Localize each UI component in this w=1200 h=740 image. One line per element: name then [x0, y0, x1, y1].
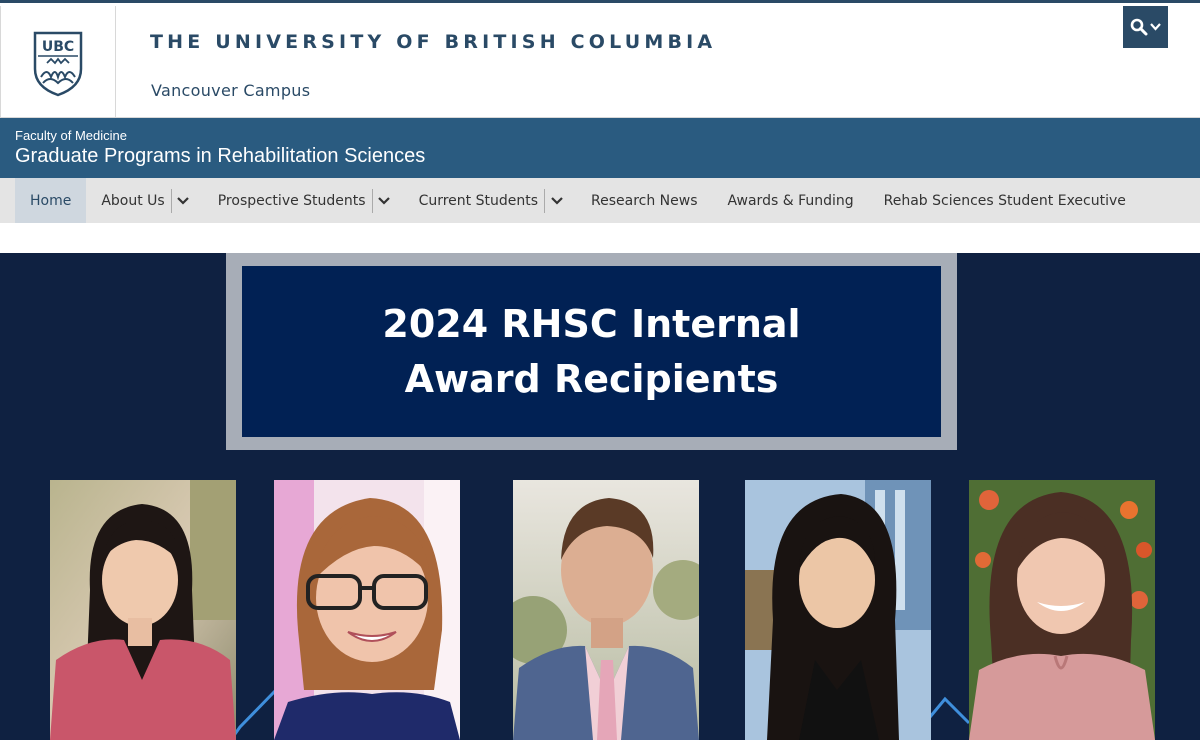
faculty-name[interactable]: Faculty of Medicine [15, 128, 127, 143]
ubc-wordmark[interactable]: THE UNIVERSITY OF BRITISH COLUMBIA [150, 31, 716, 53]
title-frame: 2024 RHSC Internal Award Recipients [226, 253, 957, 450]
portrait-image [969, 480, 1155, 740]
portrait-image [745, 480, 931, 740]
recipient-photo-2 [274, 480, 460, 740]
hero-title-line-1: 2024 RHSC Internal [382, 301, 801, 346]
campus-name[interactable]: Vancouver Campus [151, 81, 310, 100]
program-name[interactable]: Graduate Programs in Rehabilitation Scie… [15, 145, 425, 168]
search-toggle-button[interactable] [1123, 6, 1168, 48]
zigzag-accent [925, 696, 971, 725]
chevron-down-icon [550, 196, 563, 205]
ubc-header: UBC THE UNIVERSITY OF BRITISH COLUMBIA V… [0, 0, 1200, 121]
current-students-dropdown-toggle[interactable] [544, 188, 568, 213]
recipient-photo-4 [745, 480, 931, 740]
nav-item-awards-funding[interactable]: Awards & Funding [713, 178, 869, 223]
nav-item-home[interactable]: Home [15, 178, 87, 223]
ubc-crest-logo[interactable]: UBC [0, 6, 116, 121]
chevron-down-icon [177, 196, 190, 205]
hero-title-line-2: Award Recipients [404, 356, 779, 401]
nav-item-student-executive[interactable]: Rehab Sciences Student Executive [869, 178, 1141, 223]
nav-item-research-news[interactable]: Research News [576, 178, 713, 223]
chevron-down-icon [378, 196, 390, 205]
nav-item-about-us[interactable]: About Us [86, 178, 170, 223]
recipient-photo-3 [513, 480, 699, 740]
hero-banner[interactable]: 2024 RHSC Internal Award Recipients [0, 253, 1200, 740]
ubc-crest-icon: UBC [33, 31, 83, 96]
svg-text:UBC: UBC [42, 39, 74, 55]
nav-item-current-students[interactable]: Current Students [404, 178, 544, 223]
prospective-students-dropdown-toggle[interactable] [371, 188, 396, 213]
recipient-photo-1 [50, 480, 236, 740]
nav-item-prospective-students[interactable]: Prospective Students [203, 178, 372, 223]
about-us-dropdown-toggle[interactable] [170, 188, 195, 213]
search-icon [1130, 18, 1148, 36]
chevron-down-icon [1150, 23, 1161, 31]
main-navigation: Home About Us Prospective Students Curre… [0, 178, 1200, 223]
recipient-photo-5 [969, 480, 1155, 740]
portrait-image [50, 480, 236, 740]
unit-banner: Faculty of Medicine Graduate Programs in… [0, 118, 1200, 178]
portrait-image [513, 480, 699, 740]
portrait-image [274, 480, 460, 740]
hero-title-box: 2024 RHSC Internal Award Recipients [242, 266, 941, 437]
